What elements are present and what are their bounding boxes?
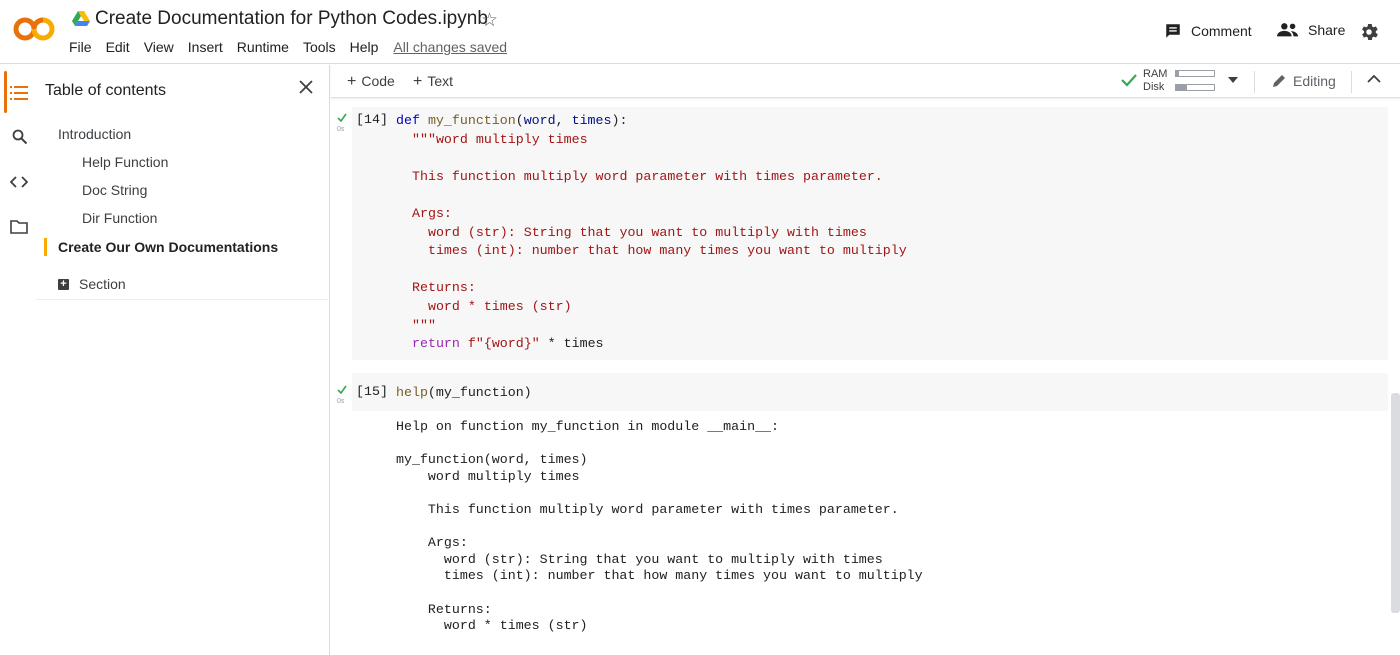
docstring: """word multiply times This function mul…: [412, 131, 907, 333]
toc-item-create-our-own-documentations[interactable]: Create Our Own Documentations: [58, 239, 278, 255]
notebook-toolbar: + Code + Text RAM Disk Editing: [331, 65, 1400, 98]
toolbar-separator: [1351, 71, 1352, 93]
menu-tools[interactable]: Tools: [296, 39, 343, 55]
add-text-label: Text: [427, 73, 454, 89]
plus-icon: +: [347, 73, 357, 90]
add-section-button[interactable]: + Section: [58, 276, 126, 292]
check-icon: [337, 385, 347, 394]
code-editor[interactable]: def my_function(word, times): """word mu…: [396, 112, 907, 354]
param-times: times: [571, 113, 612, 128]
add-text-cell-button[interactable]: + Text: [413, 73, 453, 91]
search-icon[interactable]: [12, 129, 28, 145]
function-help: help: [396, 385, 428, 400]
ram-label: RAM: [1143, 68, 1168, 80]
editing-label: Editing: [1293, 73, 1336, 89]
paren-colon: ):: [611, 113, 628, 128]
connected-check-icon: [1121, 74, 1137, 87]
star-icon[interactable]: ☆: [481, 9, 498, 32]
settings-gear-icon[interactable]: [1358, 21, 1380, 43]
share-button[interactable]: Share: [1277, 22, 1345, 38]
toc-item-doc-string[interactable]: Doc String: [82, 182, 147, 198]
disk-label: Disk: [1143, 81, 1165, 93]
code-cell[interactable]: [14] def my_function(word, times): """wo…: [352, 107, 1388, 360]
share-label: Share: [1308, 22, 1346, 38]
comment-label: Comment: [1191, 23, 1252, 39]
notebook-scrollbar[interactable]: [1391, 393, 1400, 613]
section-label: Section: [79, 276, 126, 292]
people-icon: [1277, 23, 1299, 37]
chevron-up-icon[interactable]: [1367, 74, 1381, 84]
cell-duration: 0s: [337, 398, 345, 405]
toolbar-separator: [1254, 71, 1255, 93]
toc-item-dir-function[interactable]: Dir Function: [82, 210, 157, 226]
menu-edit[interactable]: Edit: [99, 39, 137, 55]
keyword-return: return: [412, 336, 460, 352]
function-name: my_function: [427, 113, 516, 128]
ram-usage-fill: [1176, 71, 1180, 76]
code-cell[interactable]: [15] help(my_function): [352, 373, 1388, 411]
toc-panel: Table of contents Introduction Help Func…: [36, 65, 330, 655]
rail-active-indicator: [4, 71, 7, 113]
app-header: Create Documentation for Python Codes.ip…: [0, 0, 1400, 64]
menu-insert[interactable]: Insert: [181, 39, 230, 55]
fstring: f"{word}": [467, 336, 540, 352]
folder-icon[interactable]: [10, 220, 28, 234]
code-snippets-icon[interactable]: [10, 175, 28, 189]
keyword-def: def: [396, 113, 420, 128]
editing-mode-button[interactable]: Editing: [1271, 73, 1336, 89]
return-expression: * times: [539, 336, 604, 352]
plus-icon: +: [413, 73, 423, 90]
toc-item-help-function[interactable]: Help Function: [82, 154, 168, 170]
close-icon[interactable]: [298, 79, 314, 95]
save-status[interactable]: All changes saved: [385, 39, 507, 55]
colab-logo-icon[interactable]: [12, 14, 56, 44]
pencil-icon: [1273, 75, 1285, 87]
toc-item-introduction[interactable]: Introduction: [58, 126, 131, 142]
google-drive-icon[interactable]: [72, 11, 90, 27]
disk-usage-bar: [1175, 84, 1215, 91]
menu-bar: File Edit View Insert Runtime Tools Help…: [62, 39, 507, 55]
menu-file[interactable]: File: [62, 39, 99, 55]
caret-down-icon[interactable]: [1228, 77, 1238, 83]
execution-count: [14]: [356, 112, 388, 127]
toc-title: Table of contents: [45, 82, 166, 99]
add-code-cell-button[interactable]: + Code: [347, 73, 395, 91]
plus-box-icon: +: [58, 278, 69, 290]
ram-usage-bar: [1175, 70, 1215, 77]
comma: ,: [555, 113, 572, 128]
comment-button[interactable]: Comment: [1164, 22, 1252, 40]
side-icon-rail: [0, 65, 36, 655]
add-code-label: Code: [361, 73, 395, 89]
comment-icon: [1166, 24, 1180, 38]
paren: (: [515, 113, 524, 128]
help-args: (my_function): [427, 385, 532, 400]
table-of-contents-icon[interactable]: [10, 85, 28, 101]
menu-help[interactable]: Help: [343, 39, 386, 55]
cell-duration: 0s: [337, 126, 345, 133]
resource-monitor[interactable]: RAM Disk: [1143, 68, 1167, 94]
toc-active-indicator: [44, 238, 47, 256]
disk-usage-fill: [1176, 85, 1188, 90]
code-editor[interactable]: help(my_function): [396, 384, 532, 403]
menu-view[interactable]: View: [137, 39, 181, 55]
toc-divider: [36, 299, 330, 300]
param-word: word: [523, 113, 556, 128]
cell-output: Help on function my_function in module _…: [396, 419, 923, 634]
check-icon: [337, 113, 347, 122]
execution-count: [15]: [356, 384, 388, 399]
notebook-title[interactable]: Create Documentation for Python Codes.ip…: [95, 8, 488, 30]
menu-runtime[interactable]: Runtime: [230, 39, 296, 55]
